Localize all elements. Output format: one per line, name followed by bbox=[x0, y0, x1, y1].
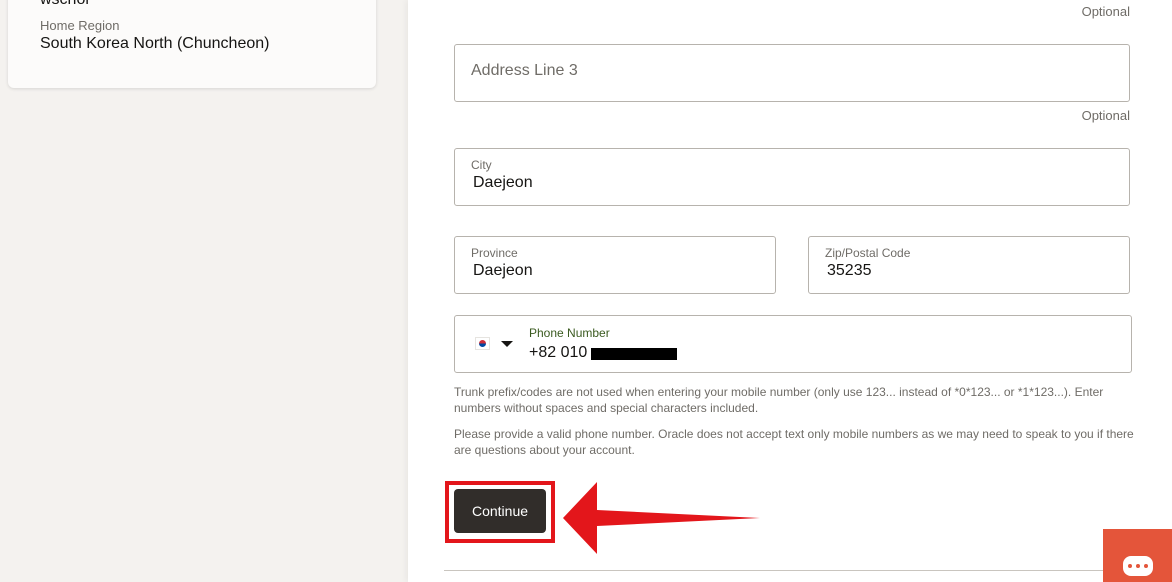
phone-help-text-2: Please provide a valid phone number. Ora… bbox=[454, 427, 1134, 457]
province-value: Daejeon bbox=[473, 262, 533, 279]
profile-card: wschoi Home Region South Korea North (Ch… bbox=[8, 0, 376, 88]
city-value: Daejeon bbox=[473, 174, 533, 191]
continue-button[interactable]: Continue bbox=[454, 489, 546, 533]
optional-label: Optional bbox=[1081, 4, 1130, 19]
chat-button[interactable] bbox=[1103, 529, 1172, 582]
home-region-label: Home Region bbox=[40, 18, 120, 33]
home-region-value: South Korea North (Chuncheon) bbox=[40, 35, 270, 52]
south-korea-flag-icon[interactable] bbox=[475, 337, 490, 350]
divider bbox=[444, 570, 1104, 571]
zip-label: Zip/Postal Code bbox=[825, 246, 911, 260]
phone-number-value: +82 010 bbox=[529, 344, 588, 361]
province-label: Province bbox=[471, 246, 518, 260]
phone-number-label: Phone Number bbox=[529, 326, 610, 340]
redacted-block bbox=[591, 348, 677, 360]
phone-number-field[interactable]: Phone Number +82 010 bbox=[454, 315, 1132, 373]
chevron-down-icon[interactable] bbox=[501, 341, 513, 347]
province-field[interactable]: Province Daejeon bbox=[454, 236, 776, 294]
zip-field[interactable]: Zip/Postal Code 35235 bbox=[808, 236, 1130, 294]
address-line3-field[interactable]: Address Line 3 bbox=[454, 44, 1130, 102]
username: wschoi bbox=[40, 0, 89, 9]
zip-value: 35235 bbox=[827, 262, 872, 279]
left-column: wschoi Home Region South Korea North (Ch… bbox=[0, 0, 408, 582]
city-label: City bbox=[471, 158, 492, 172]
chat-icon bbox=[1122, 556, 1153, 576]
optional-label: Optional bbox=[1081, 108, 1130, 123]
city-field[interactable]: City Daejeon bbox=[454, 148, 1130, 206]
pointer-arrow-icon bbox=[563, 482, 760, 554]
address-line3-placeholder: Address Line 3 bbox=[471, 62, 578, 79]
phone-help-text-1: Trunk prefix/codes are not used when ent… bbox=[454, 385, 1104, 415]
